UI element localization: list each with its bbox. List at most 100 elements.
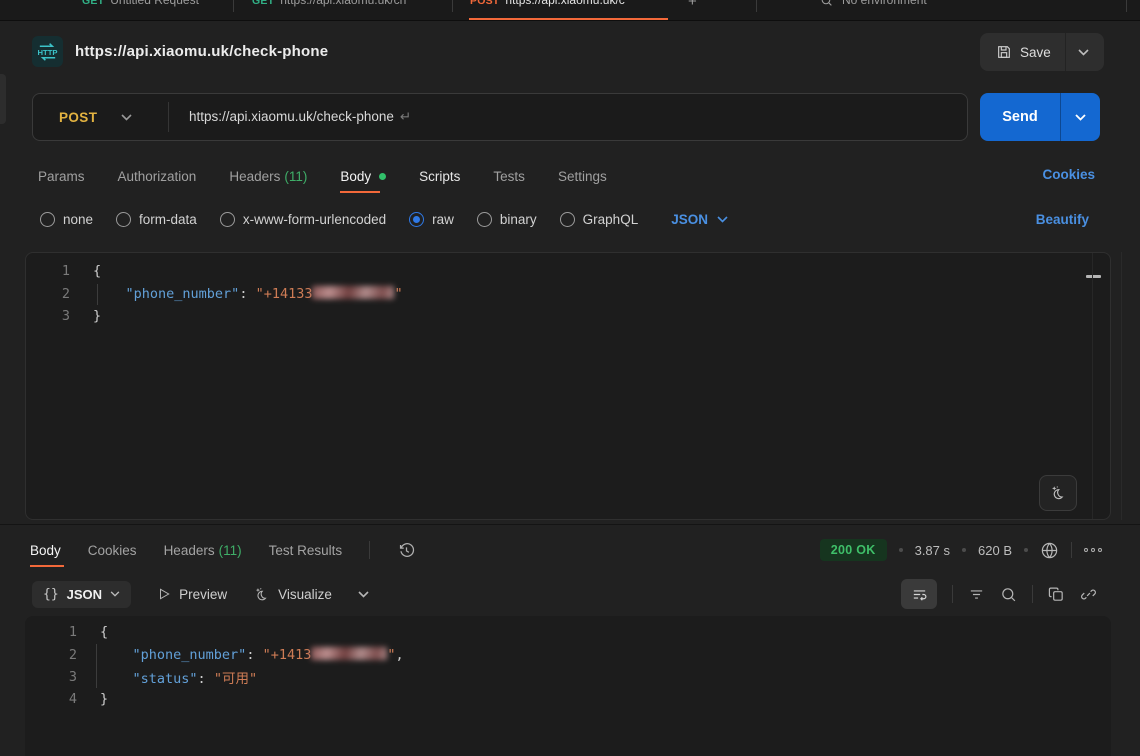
radio-form-data[interactable]: form-data	[116, 212, 197, 227]
method-badge: GET	[82, 0, 104, 7]
code-token: "phone_number"	[100, 647, 246, 663]
response-tab-test-results[interactable]: Test Results	[269, 532, 343, 568]
search-response-button[interactable]	[1000, 586, 1017, 603]
tab-body-active[interactable]: Body	[340, 158, 386, 194]
magic-wand-icon	[253, 586, 270, 603]
code-token: :	[246, 647, 262, 663]
copy-icon	[1048, 586, 1065, 603]
new-tab-button[interactable]: +	[688, 0, 697, 10]
code-line: 1 {	[25, 621, 1111, 643]
preview-button[interactable]: Preview	[157, 587, 227, 602]
request-tab-3-active[interactable]: POST https://api.xiaomu.uk/c	[470, 0, 625, 7]
line-number: 1	[26, 263, 70, 279]
code-token: :	[198, 671, 214, 687]
environment-selector[interactable]: No environment	[820, 0, 927, 7]
network-info-button[interactable]	[1040, 541, 1059, 560]
response-history-button[interactable]	[397, 541, 416, 560]
redacted-blur	[311, 647, 387, 660]
dot-separator	[962, 548, 966, 552]
tab-tests[interactable]: Tests	[493, 158, 525, 194]
language-dropdown[interactable]: JSON	[671, 212, 728, 227]
radio-graphql[interactable]: GraphQL	[560, 212, 639, 227]
braces-icon: {}	[43, 587, 59, 602]
url-row: POST https://api.xiaomu.uk/check-phone↵ …	[0, 93, 1140, 141]
response-tab-headers[interactable]: Headers (11)	[164, 532, 242, 568]
response-tab-cookies[interactable]: Cookies	[88, 532, 137, 568]
radio-raw-selected[interactable]: raw	[409, 212, 454, 227]
modified-indicator-dot	[379, 173, 386, 180]
radio-circle	[409, 212, 424, 227]
tab-settings[interactable]: Settings	[558, 158, 607, 194]
radio-x-www-form-urlencoded[interactable]: x-www-form-urlencoded	[220, 212, 386, 227]
url-input[interactable]: https://api.xiaomu.uk/check-phone↵	[169, 109, 411, 125]
active-tab-underline	[340, 191, 380, 193]
code-token: "	[387, 647, 395, 663]
toolbar-expand-button[interactable]	[358, 591, 369, 598]
radio-label: GraphQL	[583, 212, 639, 227]
code-line: 3 }	[26, 305, 1110, 327]
cookies-link[interactable]: Cookies	[1042, 167, 1095, 182]
response-time: 3.87 s	[915, 543, 950, 558]
url-bar: POST https://api.xiaomu.uk/check-phone↵	[32, 93, 968, 141]
radio-label: none	[63, 212, 93, 227]
response-format-dropdown[interactable]: {} JSON	[32, 581, 131, 608]
copy-link-button[interactable]	[1080, 586, 1097, 603]
response-tab-body-active[interactable]: Body	[30, 532, 61, 568]
beautify-link[interactable]: Beautify	[1036, 212, 1089, 227]
tab-label: Params	[38, 169, 85, 184]
tab-headers[interactable]: Headers (11)	[229, 158, 307, 194]
radio-circle	[220, 212, 235, 227]
indent-guide	[96, 644, 97, 688]
code-line: 4 }	[25, 688, 1111, 710]
request-tab-2[interactable]: GET https://api.xiaomu.uk/ch	[252, 0, 406, 7]
tab-scripts[interactable]: Scripts	[419, 158, 460, 194]
save-split-button: Save	[980, 33, 1104, 71]
tab-label: Untitled Request	[110, 0, 199, 7]
active-tab-underline	[469, 18, 668, 20]
search-icon	[1000, 586, 1017, 603]
tab-label: Tests	[493, 169, 525, 184]
send-button[interactable]: Send	[980, 109, 1060, 125]
request-body-editor[interactable]: 1 { 2 "phone_number": "+14133" 3 }	[25, 252, 1111, 520]
request-tabs: Params Authorization Headers (11) Body S…	[0, 158, 1140, 194]
method-badge: POST	[470, 0, 499, 7]
radio-label: binary	[500, 212, 537, 227]
response-body-viewer[interactable]: 1 { 2 "phone_number": "+1413", 3 "status…	[25, 616, 1111, 756]
wrap-text-button[interactable]	[901, 579, 937, 609]
save-button[interactable]: Save	[980, 33, 1065, 71]
request-response-divider[interactable]	[0, 524, 1140, 525]
visualize-button[interactable]: Visualize	[253, 586, 332, 603]
return-hint: ↵	[400, 109, 411, 124]
tab-label: Headers	[229, 169, 280, 184]
radio-none[interactable]: none	[40, 212, 93, 227]
request-header: HTTP https://api.xiaomu.uk/check-phone S…	[0, 21, 1140, 85]
headers-count: (11)	[219, 543, 242, 558]
divider	[1032, 585, 1033, 603]
radio-circle	[40, 212, 55, 227]
tab-divider	[233, 0, 234, 12]
tab-label: Body	[340, 169, 371, 184]
save-options-button[interactable]	[1066, 33, 1101, 71]
link-icon	[1080, 586, 1097, 603]
radio-binary[interactable]: binary	[477, 212, 537, 227]
line-number: 2	[25, 647, 77, 663]
more-options-button[interactable]	[1084, 548, 1102, 552]
visualize-fab-button[interactable]	[1039, 475, 1077, 511]
pane-scrollbar-track[interactable]	[1121, 252, 1122, 520]
language-value: JSON	[671, 212, 708, 227]
method-dropdown[interactable]: POST	[33, 110, 168, 125]
scroll-overview-mark	[1086, 275, 1101, 278]
divider	[1071, 542, 1072, 558]
code-line: 1 {	[26, 260, 1110, 282]
request-tab-1[interactable]: GET Untitled Request	[82, 0, 199, 7]
code-token: {	[100, 624, 108, 640]
status-badge: 200 OK	[820, 539, 887, 561]
response-meta: 200 OK 3.87 s 620 B	[820, 532, 1102, 568]
tab-authorization[interactable]: Authorization	[118, 158, 197, 194]
send-options-button[interactable]	[1061, 114, 1100, 121]
active-tab-underline	[30, 565, 64, 567]
filter-button[interactable]	[968, 586, 985, 603]
copy-response-button[interactable]	[1048, 586, 1065, 603]
tab-params[interactable]: Params	[38, 158, 85, 194]
code-token: "phone_number"	[93, 286, 239, 302]
